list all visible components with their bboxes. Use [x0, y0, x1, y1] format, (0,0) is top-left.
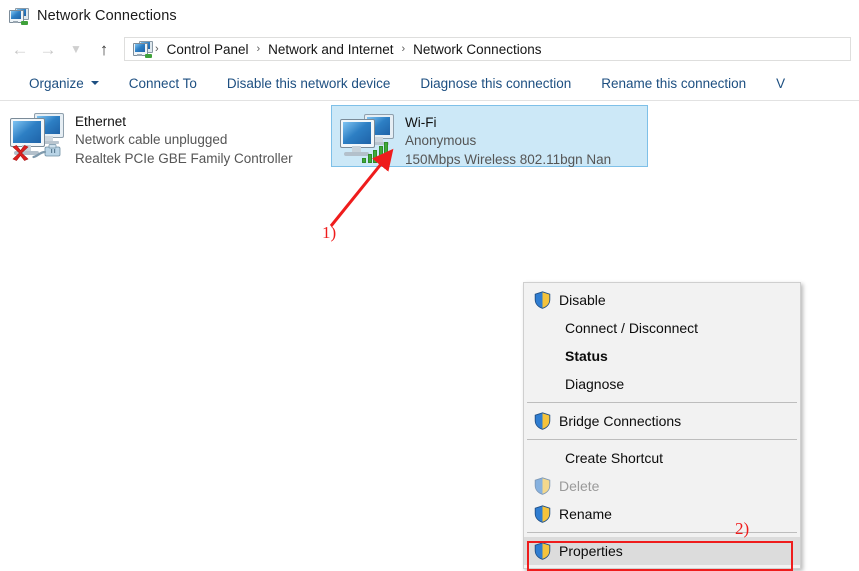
connection-adapter: Realtek PCIe GBE Family Controller [75, 151, 293, 166]
network-connections-icon [9, 7, 29, 25]
menu-item-create-shortcut[interactable]: Create Shortcut [524, 444, 800, 472]
context-menu: Disable Connect / Disconnect Status Diag… [523, 282, 801, 569]
menu-item-rename[interactable]: Rename [524, 500, 800, 528]
annotation-label-2: 2) [735, 519, 750, 538]
caret-down-icon [90, 81, 99, 85]
chevron-down-icon[interactable]: ▼ [62, 36, 90, 62]
forward-icon[interactable]: → [34, 36, 62, 62]
menu-item-status[interactable]: Status [524, 342, 800, 370]
uac-shield-icon [534, 477, 551, 495]
network-computers-icon [8, 111, 66, 161]
menu-item-disable[interactable]: Disable [524, 286, 800, 314]
menu-item-diagnose[interactable]: Diagnose [524, 370, 800, 398]
menu-item-label: Rename [559, 506, 612, 522]
menu-separator [527, 439, 797, 440]
navigation-bar: ← → ▼ ↑ › Control Panel › Network and In… [0, 32, 859, 66]
connection-item-wifi[interactable]: Wi-Fi Anonymous 150Mbps Wireless 802.11b… [331, 105, 648, 167]
menu-item-label: Diagnose [565, 376, 625, 392]
menu-item-label: Status [565, 348, 608, 364]
connection-status: Anonymous [405, 133, 477, 148]
network-computers-icon [338, 112, 396, 163]
connection-item-ethernet[interactable]: Ethernet Network cable unplugged Realtek… [2, 105, 324, 167]
uac-shield-icon [534, 412, 551, 430]
annotation-box-properties [527, 541, 793, 571]
menu-separator [527, 402, 797, 403]
toolbar-organize-label: Organize [29, 75, 84, 91]
address-network-icon [133, 40, 153, 58]
menu-item-label: Bridge Connections [559, 413, 682, 429]
toolbar-rename[interactable]: Rename this connection [586, 76, 761, 91]
unplugged-cable-icon [32, 144, 61, 159]
toolbar-disable-device[interactable]: Disable this network device [212, 76, 406, 91]
menu-item-bridge-connections[interactable]: Bridge Connections [524, 407, 800, 435]
menu-item-label: Delete [559, 478, 600, 494]
arrow-up-icon[interactable]: ↑ [90, 36, 118, 62]
menu-separator [527, 532, 797, 533]
connection-text-wifi: Wi-Fi Anonymous 150Mbps Wireless 802.11b… [405, 112, 611, 169]
back-icon[interactable]: ← [6, 36, 34, 62]
uac-shield-icon [534, 505, 551, 523]
title-bar: Network Connections [0, 0, 859, 32]
connection-name: Wi-Fi [405, 115, 437, 130]
toolbar-organize[interactable]: Organize [14, 76, 114, 91]
menu-item-connect-disconnect[interactable]: Connect / Disconnect [524, 314, 800, 342]
toolbar-diagnose[interactable]: Diagnose this connection [405, 76, 586, 91]
breadcrumb-network-and-internet[interactable]: Network and Internet [261, 42, 400, 57]
menu-item-label: Disable [559, 292, 606, 308]
breadcrumb-network-connections[interactable]: Network Connections [406, 42, 548, 57]
connections-list: Ethernet Network cable unplugged Realtek… [0, 101, 859, 571]
menu-item-label: Connect / Disconnect [565, 320, 699, 336]
uac-shield-icon [534, 291, 551, 309]
connection-text-ethernet: Ethernet Network cable unplugged Realtek… [75, 111, 293, 168]
wifi-signal-bars-icon [362, 142, 388, 163]
red-x-icon [12, 145, 29, 161]
menu-item-label: Create Shortcut [565, 450, 664, 466]
menu-item-delete: Delete [524, 472, 800, 500]
address-bar[interactable]: › Control Panel › Network and Internet ›… [124, 37, 851, 61]
toolbar-connect-to[interactable]: Connect To [114, 76, 212, 91]
connection-name: Ethernet [75, 114, 127, 129]
command-toolbar: Organize Connect To Disable this network… [0, 66, 859, 101]
annotation-label-1: 1) [322, 223, 337, 242]
toolbar-view-status-clipped[interactable]: V [761, 76, 800, 91]
connection-status: Network cable unplugged [75, 132, 228, 147]
connection-adapter: 150Mbps Wireless 802.11bgn Nan [405, 152, 612, 167]
window-title: Network Connections [37, 8, 177, 24]
breadcrumb-control-panel[interactable]: Control Panel [160, 42, 256, 57]
